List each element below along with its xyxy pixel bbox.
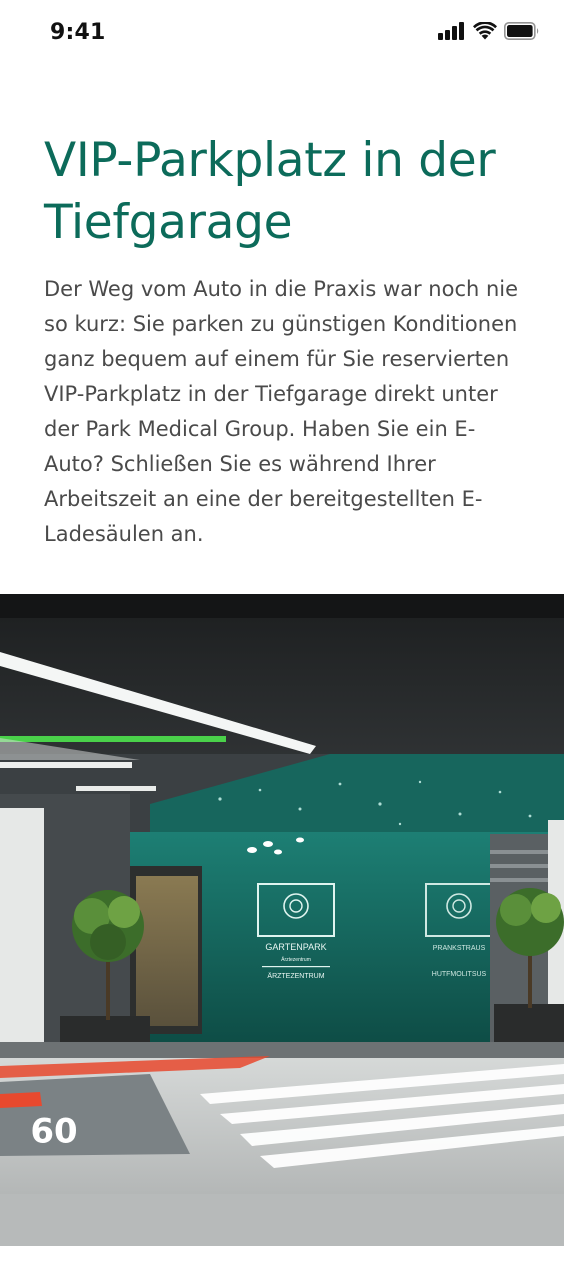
sign-left-name: GARTENPARK (265, 942, 326, 952)
wifi-icon (473, 22, 497, 40)
garage-hero-image: GARTENPARK Ärztezentrum ÄRZTEZENTRUM PRA… (0, 594, 564, 1246)
status-time: 9:41 (50, 20, 106, 45)
cellular-signal-icon (438, 22, 464, 40)
intro-paragraph: Der Weg vom Auto in die Praxis war noch … (44, 277, 519, 546)
sign-right-name: PRANKSTRAUS (433, 945, 486, 952)
sign-left-subtitle: Ärztezentrum (281, 956, 311, 963)
sign-right-label: HUTFMOLITSUS (432, 971, 487, 978)
page-title: VIP-Parkplatz in der Tiefgarage (44, 133, 496, 250)
sign-left-label: ÄRZTEZENTRUM (267, 972, 324, 980)
battery-icon (504, 22, 539, 40)
status-bar: 9:41 (0, 0, 564, 68)
floor-number: 09 (30, 1109, 77, 1149)
status-icons (438, 22, 540, 40)
